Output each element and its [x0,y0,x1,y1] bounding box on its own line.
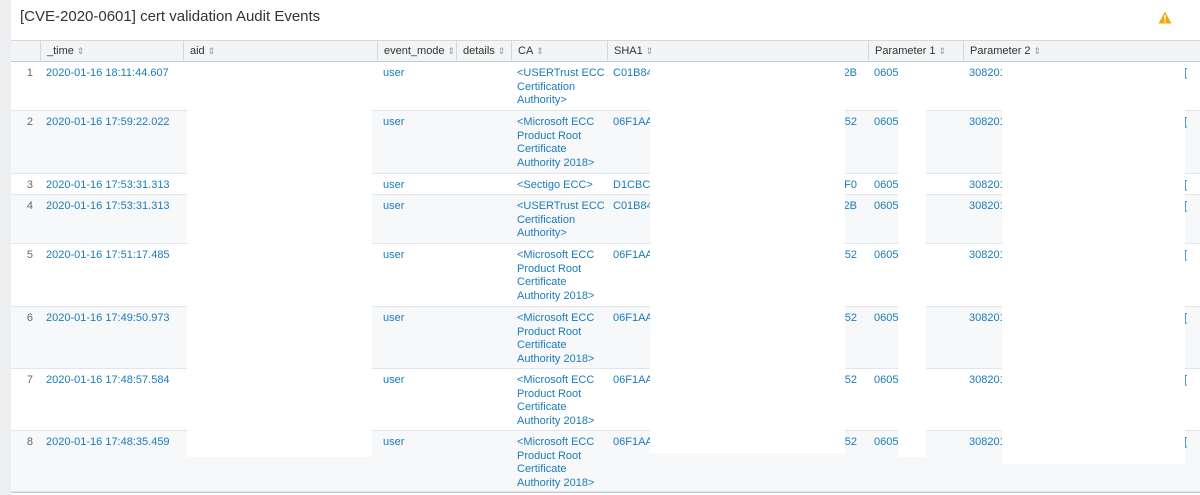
cell-time[interactable]: 2020-01-16 17:53:31.313 [46,200,170,214]
sort-icon: ⇕ [76,46,85,56]
cell-parameter-2[interactable]: 308201 [969,179,1006,193]
cell-parameter-2[interactable]: 308201 [969,200,1006,214]
cell-time[interactable]: 2020-01-16 17:49:50.973 [46,312,170,326]
cell-sha1[interactable]: 06F1AA [613,312,653,326]
sort-icon: ⇕ [447,46,456,56]
cell-ca[interactable]: <Microsoft ECC Product Root Certificate … [517,116,605,171]
cell-parameter-2[interactable]: 308201 [969,249,1006,263]
cell-event-mode[interactable]: user [383,116,404,130]
redaction-block [898,62,926,457]
cell-time[interactable]: 2020-01-16 17:59:22.022 [46,116,170,130]
cell-sha1[interactable]: C01B84 [613,67,653,81]
cell-ca[interactable]: <Microsoft ECC Product Root Certificate … [517,249,605,304]
cell-time[interactable]: 2020-01-16 17:53:31.313 [46,179,170,193]
cell-event-mode[interactable]: user [383,249,404,263]
dashboard-panel: [CVE-2020-0601] cert validation Audit Ev… [0,0,1200,495]
table-bottom-border [11,492,1200,493]
row-number: 7 [26,374,33,386]
header-event-mode[interactable]: event_mode ⇕ [377,41,456,62]
cell-parameter-1[interactable]: 0605 [874,249,898,263]
cell-parameter-2[interactable]: 308201 [969,374,1006,388]
row-number: 1 [26,67,33,79]
cell-parameter-1[interactable]: 0605 [874,374,898,388]
cell-parameter-1[interactable]: 0605 [874,312,898,326]
sort-icon: ⇕ [645,46,654,56]
cell-parameter-2[interactable]: 308201 [969,116,1006,130]
cell-sha1[interactable]: 06F1AA [613,436,653,450]
cell-time[interactable]: 2020-01-16 17:48:35.459 [46,436,170,450]
cell-event-mode[interactable]: user [383,436,404,450]
header-aid[interactable]: aid ⇕ [183,41,377,62]
cell-time[interactable]: 2020-01-16 17:51:17.485 [46,249,170,263]
cell-sha1[interactable]: 06F1AA [613,374,653,388]
header-row-number [11,41,40,62]
cell-event-mode[interactable]: user [383,179,404,193]
cell-parameter-1[interactable]: 0605 [874,200,898,214]
cell-parameter-1[interactable]: 0605 [874,116,898,130]
row-number: 8 [26,436,33,448]
cell-parameter-2[interactable]: 308201 [969,436,1006,450]
header-parameter-1[interactable]: Parameter 1 ⇕ [868,41,963,62]
redaction-block [650,62,845,453]
cell-parameter-1[interactable]: 0605 [874,436,898,450]
sort-icon: ⇕ [207,46,216,56]
cell-ca[interactable]: <Microsoft ECC Product Root Certificate … [517,436,605,491]
header-sha1[interactable]: SHA1 ⇕ [607,41,868,62]
cell-event-mode[interactable]: user [383,312,404,326]
table-header: _time ⇕ aid ⇕ event_mode ⇕ details ⇕ CA ⇕ SHA… [11,40,1200,62]
cell-parameter-1[interactable]: 0605 [874,179,898,193]
sort-icon: ⇕ [938,46,947,56]
cell-parameter-2[interactable]: 308201 [969,312,1006,326]
sort-icon: ⇕ [536,46,544,56]
cell-parameter-2[interactable]: 308201 [969,67,1006,81]
row-number: 6 [26,312,33,324]
cell-sha1[interactable]: 06F1AA [613,249,653,263]
warning-triangle-icon[interactable] [1158,11,1172,24]
header-parameter-2[interactable]: Parameter 2 ⇕ [963,41,1200,62]
header-ca[interactable]: CA ⇕ [511,41,607,62]
cell-time[interactable]: 2020-01-16 17:48:57.584 [46,374,170,388]
cell-event-mode[interactable]: user [383,200,404,214]
row-number: 3 [26,179,33,191]
row-number: 2 [26,116,33,128]
cell-sha1[interactable]: C01B84 [613,200,653,214]
sort-icon: ⇕ [497,46,506,56]
cell-parameter-1[interactable]: 0605 [874,67,898,81]
cell-ca[interactable]: <USERTrust ECC Certification Authority> [517,200,605,241]
panel-title: [CVE-2020-0601] cert validation Audit Ev… [20,8,321,25]
cell-ca[interactable]: <Sectigo ECC> [517,179,605,193]
cell-ca[interactable]: <Microsoft ECC Product Root Certificate … [517,374,605,429]
cell-sha1[interactable]: 06F1AA [613,116,653,130]
redaction-block [187,62,372,457]
cell-ca[interactable]: <USERTrust ECC Certification Authority> [517,67,605,108]
header-time[interactable]: _time ⇕ [40,41,183,62]
cell-event-mode[interactable]: user [383,67,404,81]
cell-ca[interactable]: <Microsoft ECC Product Root Certificate … [517,312,605,367]
row-number: 4 [26,200,33,212]
row-number: 5 [26,249,33,261]
header-details[interactable]: details ⇕ [456,41,511,62]
sort-icon: ⇕ [1033,46,1042,56]
panel-left-gutter [0,0,11,495]
redaction-block [1002,62,1185,464]
cell-time[interactable]: 2020-01-16 18:11:44.607 [46,67,169,81]
cell-event-mode[interactable]: user [383,374,404,388]
